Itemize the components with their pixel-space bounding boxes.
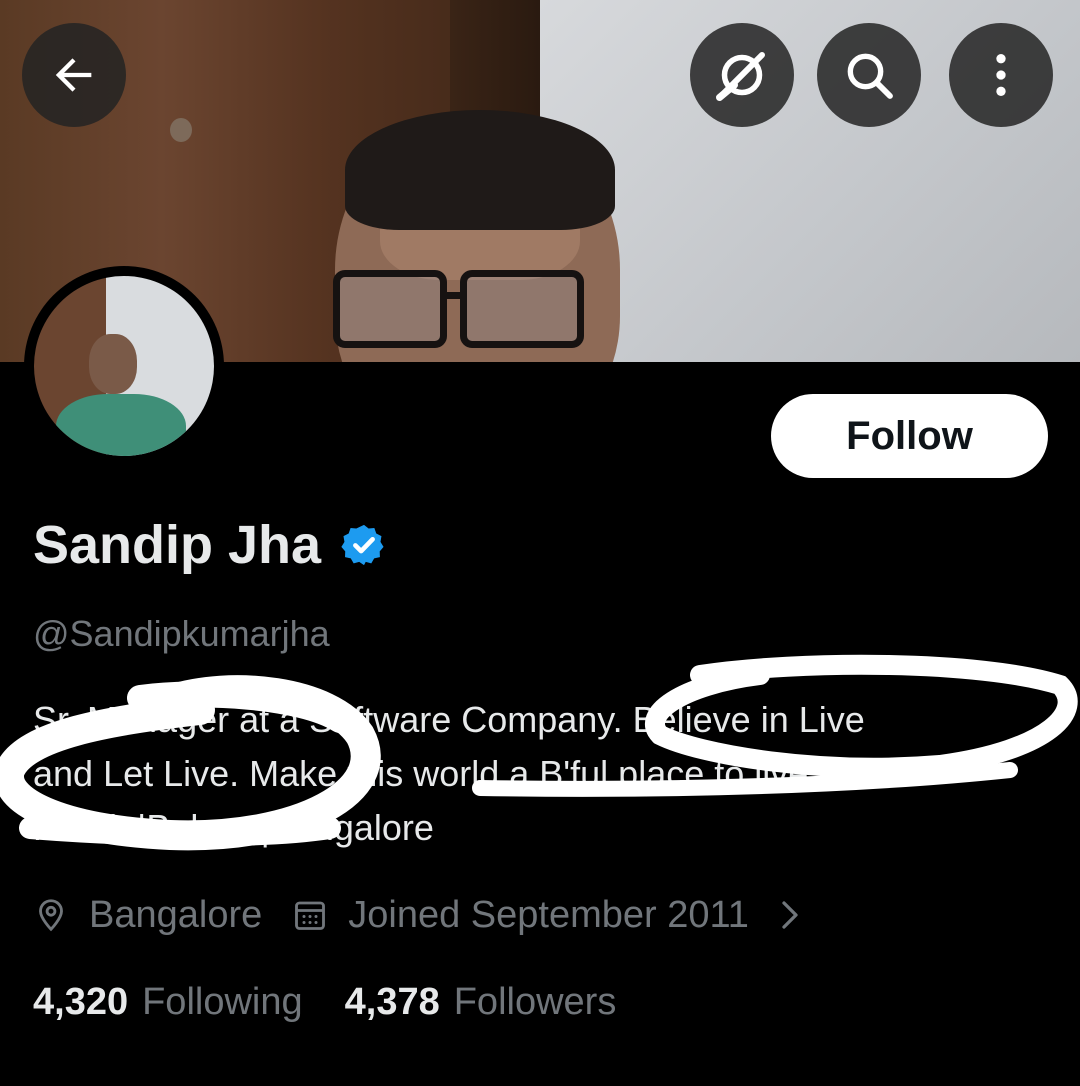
username-handle: @Sandipkumarjha [33,613,330,654]
search-button[interactable] [817,23,921,127]
follow-button[interactable]: Follow [771,394,1048,478]
location-text: Bangalore [89,893,263,936]
join-date[interactable]: Joined September 2011 [292,894,805,937]
avatar-head [89,334,137,394]
bio: Sr. Manager at a Software Company. Belie… [33,693,1063,855]
bio-line: and Let Live. Make this world a B'ful pl… [33,753,857,794]
display-name: Sandip Jha [33,515,322,575]
grok-icon [716,52,765,101]
back-button[interactable] [22,23,126,127]
calendar-icon [295,901,326,930]
location: Bangalore [33,894,262,937]
bio-line: Sr. Manager at a Software Company. Belie… [33,699,865,740]
verified-badge-icon[interactable] [341,522,387,568]
avatar[interactable] [24,266,224,466]
bio-line: Mithila|Bokaro|Bangalore [33,807,434,848]
avatar-body [56,394,186,456]
banner-hair [345,110,615,230]
location-pin-icon [39,899,63,932]
search-icon [847,53,893,99]
profile-meta-row: Bangalore Joined September 2011 [33,888,805,942]
avatar-photo [34,276,214,456]
followers-stat[interactable]: 4,378 Followers [345,981,617,1024]
join-date-text: Joined September 2011 [348,893,749,936]
more-vertical-icon [996,54,1006,96]
more-options-button[interactable] [949,23,1053,127]
banner-glasses-bridge [440,292,462,299]
banner-glasses-right [460,270,584,348]
arrow-left-icon [55,58,92,92]
following-label: Following [142,980,303,1023]
followers-label: Followers [453,980,617,1023]
banner-glasses-left [333,270,447,348]
following-count: 4,320 [33,980,129,1023]
following-stat[interactable]: 4,320 Following [33,981,303,1024]
follow-stats-row: 4,320 Following 4,378 Followers [33,975,616,1029]
banner-door-knob [170,118,192,142]
grok-button[interactable] [690,23,794,127]
chevron-right-icon [782,901,798,929]
name-row: Sandip Jha [33,510,387,580]
followers-count: 4,378 [344,980,440,1023]
